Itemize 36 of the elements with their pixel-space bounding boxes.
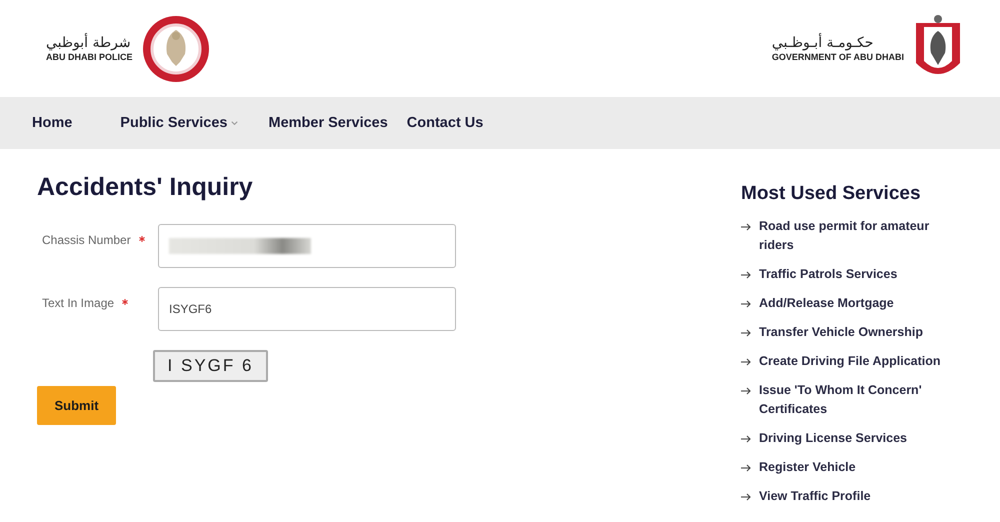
service-link[interactable]: View Traffic Profile (741, 487, 951, 506)
service-link[interactable]: Add/Release Mortgage (741, 294, 951, 313)
nav-link[interactable]: Public Services (120, 115, 238, 131)
input-field[interactable]: ISYGF6 (158, 287, 456, 331)
page-title: Accidents' Inquiry (37, 173, 254, 202)
service-link[interactable]: Create Driving File Application (741, 352, 951, 371)
field-label: Chassis Number (37, 224, 158, 247)
arrow-right-icon (741, 271, 751, 279)
input-field[interactable] (158, 224, 456, 268)
nav-link[interactable]: Home (32, 115, 72, 131)
service-link[interactable]: Traffic Patrols Services (741, 265, 951, 284)
logo-text: GOVERNMENT OF ABU DHABI (772, 50, 904, 62)
submit-button[interactable]: Submit (37, 386, 116, 425)
captcha-image: I SYGF 6 (153, 350, 268, 382)
nav-link[interactable]: Member Services (268, 115, 388, 131)
logo-arabic-text: حكـومـة أبـوظـبي (772, 34, 874, 50)
police-emblem-icon (140, 14, 211, 84)
service-link[interactable]: Register Vehicle (741, 458, 951, 477)
service-link[interactable]: Driving License Services (741, 429, 951, 448)
arrow-right-icon (741, 358, 751, 366)
service-link[interactable]: Issue 'To Whom It Concern' Certificates (741, 381, 951, 419)
sidebar-title: Most Used Services (741, 183, 922, 205)
logo-text: ABU DHABI POLICE (46, 50, 133, 62)
logo-arabic-text: شرطة أبوظبي (46, 34, 131, 50)
nav-link[interactable]: Contact Us (406, 115, 484, 131)
arrow-right-icon (741, 329, 751, 337)
chevron-down-icon (230, 118, 238, 128)
arrow-right-icon (741, 493, 751, 501)
service-link[interactable]: Road use permit for amateur riders (741, 217, 951, 255)
arrow-right-icon (741, 223, 751, 231)
arrow-right-icon (741, 464, 751, 472)
arrow-right-icon (741, 300, 751, 308)
arrow-right-icon (741, 387, 751, 395)
service-link[interactable]: Transfer Vehicle Ownership (741, 323, 951, 342)
arrow-right-icon (741, 435, 751, 443)
field-label: Text In Image (37, 287, 158, 310)
